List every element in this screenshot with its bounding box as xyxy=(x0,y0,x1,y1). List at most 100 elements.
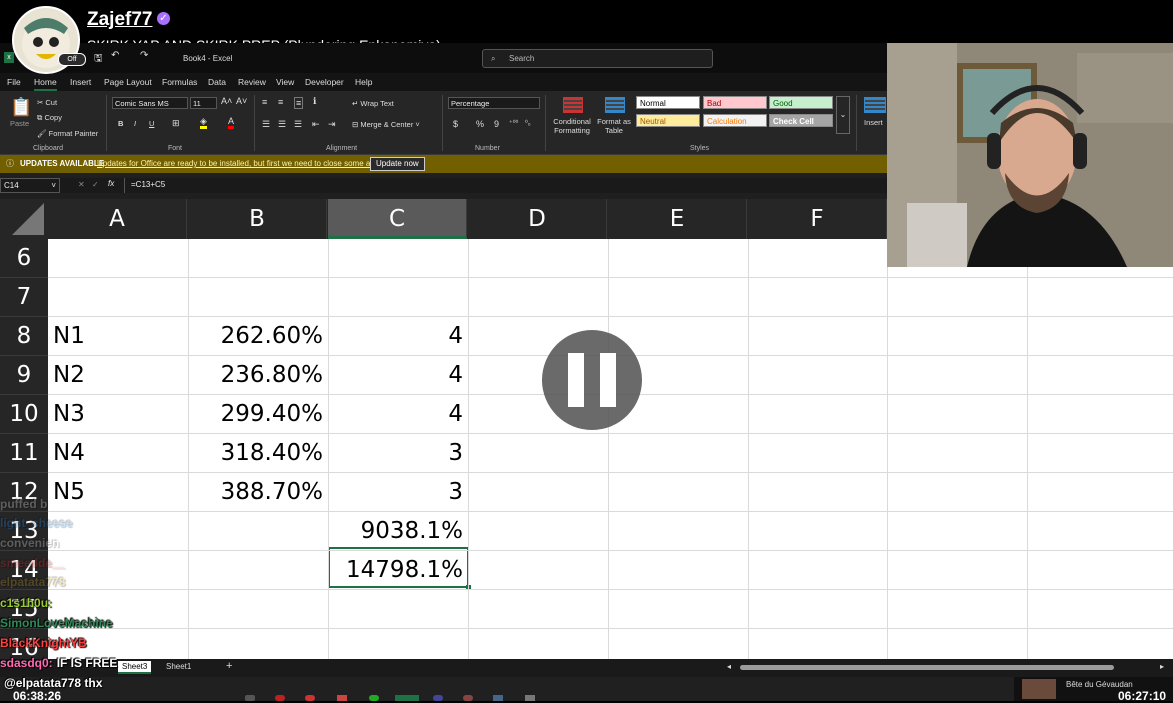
cell-a7[interactable] xyxy=(48,278,188,317)
insert-function-icon[interactable]: fx xyxy=(108,179,114,188)
fill-color-icon[interactable]: ◈ xyxy=(200,117,207,129)
row-header[interactable]: 8 xyxy=(0,317,48,356)
row-header[interactable]: 6 xyxy=(0,239,48,278)
style-normal[interactable]: Normal xyxy=(636,96,700,109)
menu-help[interactable]: Help xyxy=(355,77,372,87)
orientation-icon[interactable]: ℹ xyxy=(313,96,316,107)
menu-view[interactable]: View xyxy=(276,77,294,87)
menu-file[interactable]: File xyxy=(7,77,21,87)
cell-c8[interactable]: 4 xyxy=(328,317,468,356)
styles-more-button[interactable]: ⌄ xyxy=(836,96,850,134)
sheet-tab-sheet1[interactable]: Sheet1 xyxy=(166,662,191,671)
style-neutral[interactable]: Neutral xyxy=(636,114,700,127)
cell-a6[interactable] xyxy=(48,239,188,278)
formula-input[interactable]: =C13+C5 xyxy=(124,178,888,193)
style-check-cell[interactable]: Check Cell xyxy=(769,114,833,127)
app-icon[interactable] xyxy=(493,695,503,701)
align-center-icon[interactable]: ☰ xyxy=(278,119,286,130)
app-icon[interactable] xyxy=(337,695,347,701)
format-as-table-button[interactable]: Format as Table xyxy=(596,117,632,135)
cell-b14[interactable] xyxy=(188,551,328,590)
merge-center-button[interactable]: ⊟ Merge & Center ˅ xyxy=(352,120,420,129)
menu-developer[interactable]: Developer xyxy=(305,77,344,87)
sheet-tab-sheet3[interactable]: Sheet3 xyxy=(118,661,152,674)
cell-b13[interactable] xyxy=(188,512,328,551)
column-header-d[interactable]: D xyxy=(468,199,607,239)
cell-c7[interactable] xyxy=(328,278,468,317)
style-calculation[interactable]: Calculation xyxy=(703,114,767,127)
column-header-a[interactable]: A xyxy=(48,199,187,239)
format-painter-button[interactable]: 🖌 Format Painter xyxy=(37,129,98,138)
percent-button[interactable]: % xyxy=(476,119,484,129)
increase-indent-icon[interactable]: ⇥ xyxy=(328,119,336,130)
app-icon[interactable] xyxy=(275,695,285,701)
spreadsheet-grid-right[interactable] xyxy=(887,267,1173,659)
save-icon[interactable]: 🖫 xyxy=(94,51,103,68)
chat-username[interactable]: c1s1h0u: xyxy=(0,596,52,610)
align-middle-icon[interactable]: ≡ xyxy=(278,97,283,107)
menu-data[interactable]: Data xyxy=(208,77,226,87)
chat-username[interactable]: SimonLoveMachine xyxy=(0,616,113,630)
cell-b8[interactable]: 262.60% xyxy=(188,317,328,356)
style-good[interactable]: Good xyxy=(769,96,833,109)
spreadsheet-grid[interactable]: A B C D E F 6 7 8 N1 262.60% 4 9 N2 236.80% 4 10 N3… xyxy=(0,199,887,659)
cell-c14[interactable]: 14798.1% xyxy=(328,551,468,590)
cell-c10[interactable]: 4 xyxy=(328,395,468,434)
borders-icon[interactable]: ⊞ xyxy=(172,118,180,129)
copy-button[interactable]: ⧉ Copy xyxy=(37,113,62,123)
row-header[interactable]: 11 xyxy=(0,434,48,473)
name-box[interactable]: C14 ˅ xyxy=(0,178,60,193)
chat-username[interactable]: elpatata778 xyxy=(0,575,65,589)
cell-a12[interactable]: N5 xyxy=(48,473,188,512)
app-icon[interactable] xyxy=(525,695,535,701)
row-header[interactable]: 7 xyxy=(0,278,48,317)
chat-username[interactable]: sdasdq0: xyxy=(0,656,53,670)
font-color-icon[interactable]: A xyxy=(228,117,235,129)
align-top-icon[interactable]: ≡ xyxy=(262,97,267,107)
menu-home[interactable]: Home xyxy=(34,77,57,91)
currency-button[interactable]: $ xyxy=(453,119,458,129)
search-input[interactable]: ⌕ Search xyxy=(482,49,713,68)
app-icon[interactable] xyxy=(305,695,315,701)
underline-button[interactable]: U xyxy=(149,119,154,128)
column-header-f[interactable]: F xyxy=(748,199,887,239)
cell-b7[interactable] xyxy=(188,278,328,317)
insert-button[interactable]: Insert xyxy=(864,118,883,127)
menu-formulas[interactable]: Formulas xyxy=(162,77,197,87)
decrease-font-icon[interactable]: A˅ xyxy=(236,96,247,106)
column-header-c[interactable]: C xyxy=(328,199,467,239)
app-icon[interactable] xyxy=(369,695,379,701)
cut-button[interactable]: ✂ Cut xyxy=(37,98,57,107)
menu-review[interactable]: Review xyxy=(238,77,266,87)
scroll-left-icon[interactable]: ◂ xyxy=(727,662,731,671)
pause-button[interactable] xyxy=(542,330,642,430)
menu-page-layout[interactable]: Page Layout xyxy=(104,77,152,87)
cell-c9[interactable]: 4 xyxy=(328,356,468,395)
cell-b6[interactable] xyxy=(188,239,328,278)
redo-icon[interactable]: ↷ xyxy=(140,50,148,61)
undo-icon[interactable]: ↶ xyxy=(111,50,119,61)
cell-c11[interactable]: 3 xyxy=(328,434,468,473)
conditional-formatting-button[interactable]: Conditional Formatting xyxy=(551,117,593,135)
column-header-e[interactable]: E xyxy=(608,199,747,239)
add-sheet-button[interactable]: + xyxy=(226,660,232,672)
app-icon[interactable] xyxy=(245,695,255,701)
cell-c13[interactable]: 9038.1% xyxy=(328,512,468,551)
font-name-select[interactable]: Comic Sans MS xyxy=(112,97,188,109)
chat-username[interactable]: convenien xyxy=(0,536,59,550)
conditional-formatting-icon[interactable] xyxy=(563,97,583,113)
cell-c16[interactable] xyxy=(328,629,468,659)
horizontal-scrollbar[interactable] xyxy=(740,665,1114,670)
style-bad[interactable]: Bad xyxy=(703,96,767,109)
cell-a8[interactable]: N1 xyxy=(48,317,188,356)
cell-a11[interactable]: N4 xyxy=(48,434,188,473)
cell-b15[interactable] xyxy=(188,590,328,629)
cell-b11[interactable]: 318.40% xyxy=(188,434,328,473)
excel-taskbar-icon[interactable] xyxy=(395,695,419,701)
streamer-name[interactable]: Zajef77 xyxy=(87,9,152,31)
number-format-select[interactable]: Percentage xyxy=(448,97,540,109)
paste-icon[interactable]: 📋 xyxy=(10,97,32,118)
cell-b10[interactable]: 299.40% xyxy=(188,395,328,434)
cell-b9[interactable]: 236.80% xyxy=(188,356,328,395)
confirm-icon[interactable]: ✓ xyxy=(92,180,99,189)
